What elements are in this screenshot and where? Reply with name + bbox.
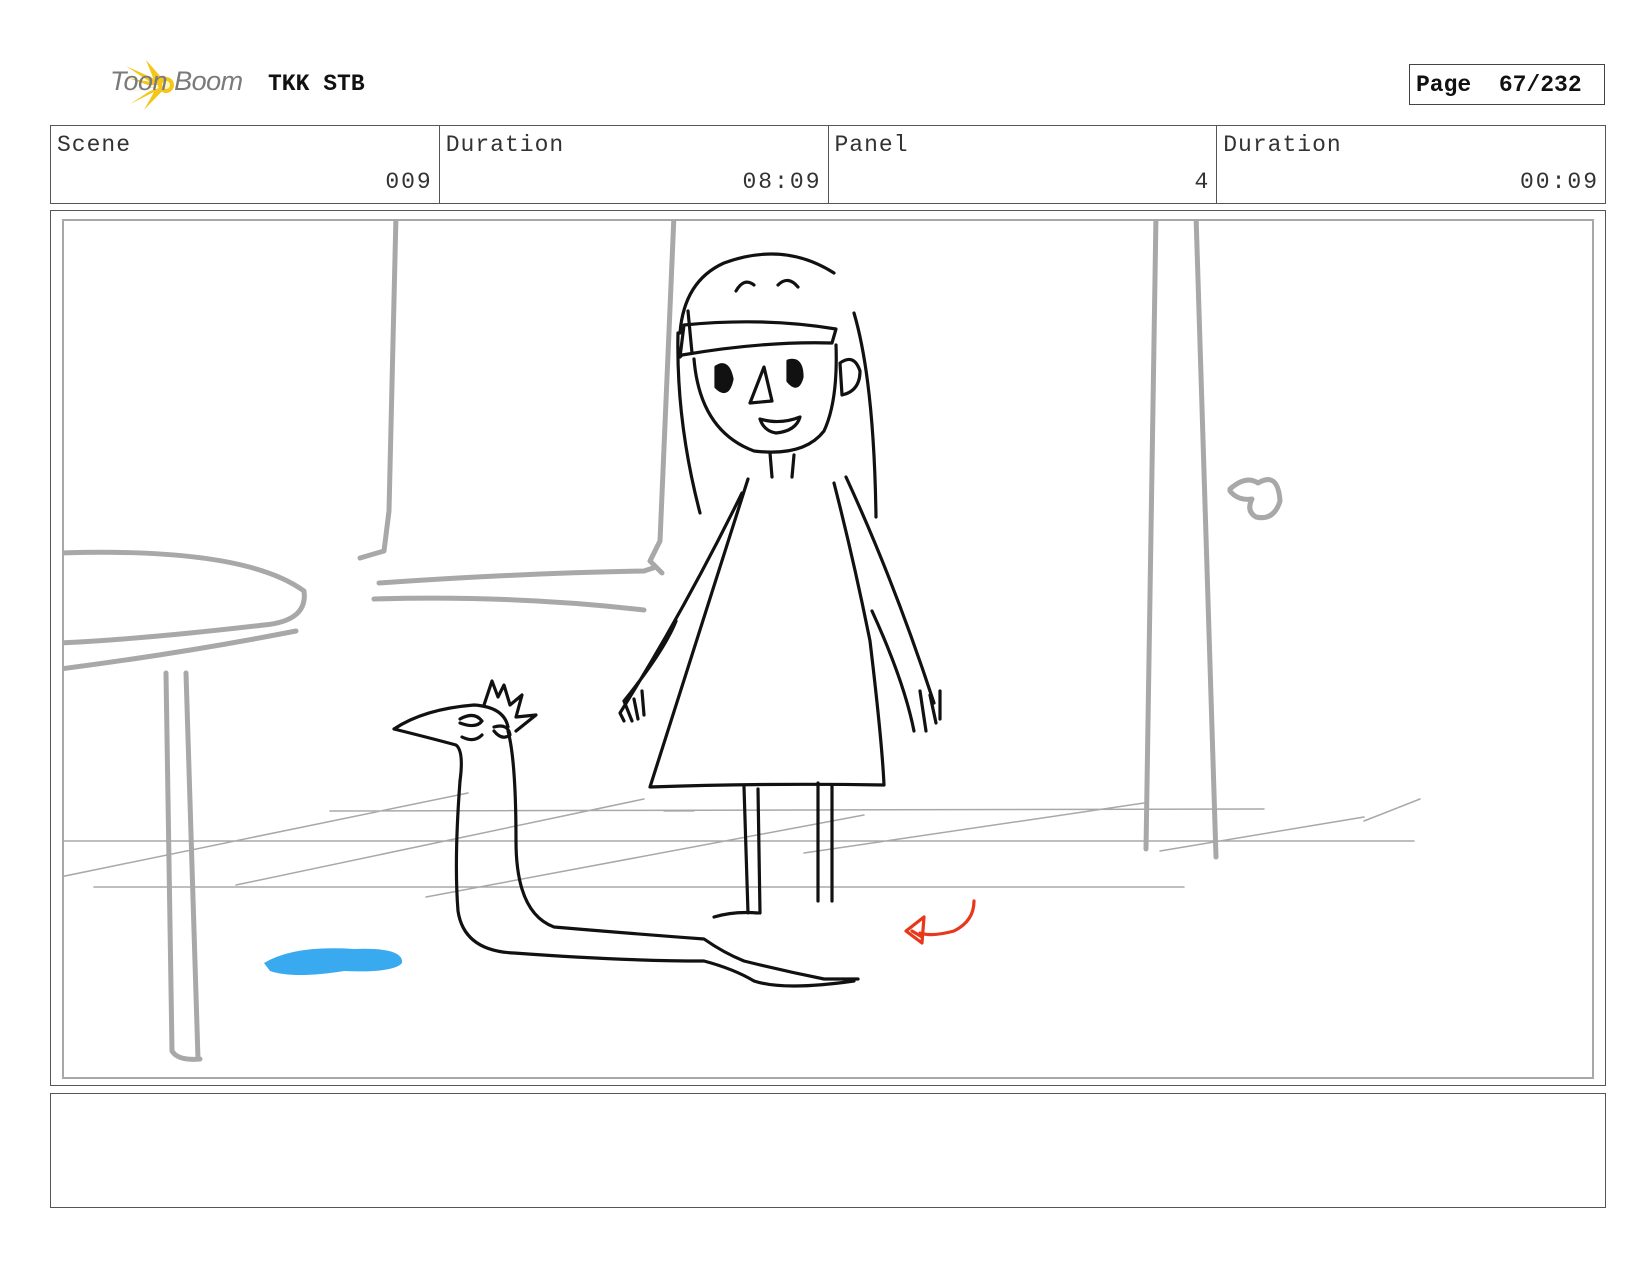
storyboard-sketch <box>64 221 1421 1062</box>
serpent-crown <box>482 679 538 733</box>
table-sketch <box>64 549 307 1062</box>
scene-duration-cell: Duration 08:09 <box>440 126 829 203</box>
girl-ear <box>838 357 862 397</box>
serpent-eyes <box>458 713 512 739</box>
page-label: Page <box>1416 71 1472 98</box>
action-arrow-icon <box>904 899 976 945</box>
panel-duration-label: Duration <box>1223 132 1342 158</box>
logo-text: Toon Boom <box>110 66 243 96</box>
panel-cell: Panel 4 <box>829 126 1218 203</box>
girl-bangs <box>678 320 838 359</box>
scene-duration-label: Duration <box>445 132 565 158</box>
girl-neck <box>768 451 796 479</box>
girl-face <box>692 343 838 454</box>
panel-info-row: Scene 009 Duration 08:09 Panel 4 Duratio… <box>50 125 1606 204</box>
background-layer <box>64 221 1283 1062</box>
girl-mouth <box>758 415 802 435</box>
panel-value: 4 <box>1194 169 1211 195</box>
puddle <box>264 948 403 975</box>
scene-duration-value: 08:09 <box>742 169 822 195</box>
panel-frame <box>50 210 1606 1086</box>
girl-dress <box>648 477 886 789</box>
girl-legs <box>712 781 834 919</box>
girl-right-arm <box>844 475 942 733</box>
girl-nose <box>748 365 774 405</box>
serpent-smile <box>460 733 484 742</box>
panel-duration-cell: Duration 00:09 <box>1217 126 1605 203</box>
page-number: 67/232 <box>1498 71 1582 98</box>
door-sketch <box>1143 221 1283 860</box>
serpent-character <box>392 679 860 988</box>
scene-cell: Scene 009 <box>51 126 440 203</box>
serpent-head <box>392 703 510 783</box>
panel-duration-value: 00:09 <box>1519 169 1599 195</box>
panel-label: Panel <box>834 132 909 158</box>
scene-value: 009 <box>385 169 433 195</box>
page-indicator: Page 67/232 <box>1409 64 1605 105</box>
scene-label: Scene <box>57 132 132 158</box>
panel-notes <box>50 1093 1606 1208</box>
project-title: TKK STB <box>268 71 365 97</box>
panel-image <box>62 219 1594 1079</box>
window-sketch <box>357 221 677 613</box>
